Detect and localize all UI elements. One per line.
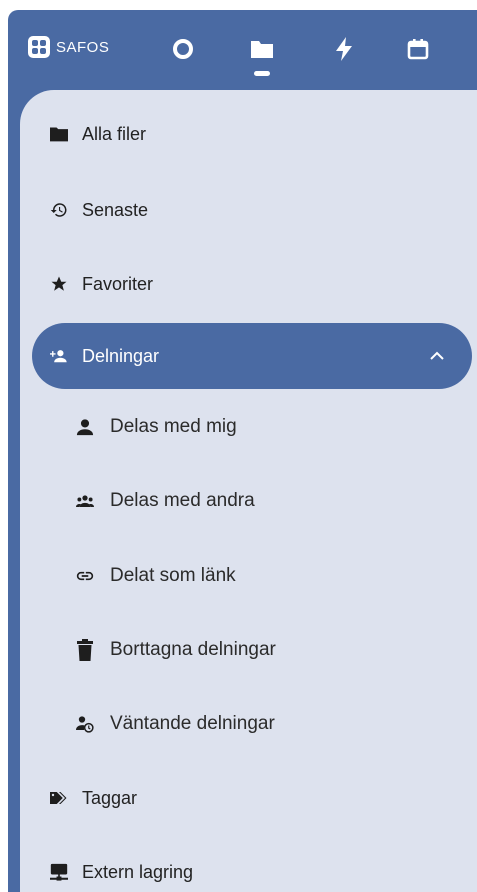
files-app-icon[interactable] (247, 34, 277, 76)
logo-icon (28, 36, 50, 58)
nav-item-shared-with-me[interactable]: Delas med mig (58, 403, 472, 451)
group-icon (58, 492, 94, 510)
nav-label: Delas med andra (110, 490, 255, 511)
folder-icon (32, 125, 68, 143)
person-icon (58, 417, 94, 437)
nav-label: Senaste (82, 199, 149, 220)
link-icon (58, 569, 94, 583)
nav-item-shares[interactable]: Delningar (32, 323, 472, 389)
brand-logo[interactable]: SAFOS (28, 34, 109, 60)
nav-item-shared-by-link[interactable]: Delat som länk (58, 552, 472, 600)
nav-item-recent[interactable]: Senaste (32, 186, 472, 234)
nav-item-all-files[interactable]: Alla filer (32, 110, 472, 158)
share-person-icon (32, 346, 68, 366)
tags-icon (32, 789, 68, 807)
star-icon (32, 273, 68, 295)
nav-item-external-storage[interactable]: Extern lagring (32, 848, 472, 892)
top-app-bar: SAFOS (8, 10, 477, 90)
chevron-up-icon[interactable] (430, 345, 444, 366)
active-app-indicator (254, 71, 270, 76)
nav-item-deleted-shares[interactable]: Borttagna delningar (58, 626, 472, 674)
nav-label: Extern lagring (82, 861, 194, 882)
nav-label: Borttagna delningar (110, 639, 276, 660)
nav-label: Väntande delningar (110, 713, 275, 734)
calendar-app-icon[interactable] (403, 34, 433, 64)
calendar-icon (407, 39, 429, 60)
server-network-icon (32, 861, 68, 883)
nav-item-pending-shares[interactable]: Väntande delningar (58, 700, 472, 748)
lightning-icon (336, 37, 352, 61)
nav-label: Alla filer (82, 123, 147, 144)
brand-name: SAFOS (56, 38, 110, 56)
nav-item-tags[interactable]: Taggar (32, 774, 472, 822)
circle-icon (173, 39, 193, 59)
nav-label: Delas med mig (110, 416, 237, 437)
app-frame: SAFOS Alla filer Senaste Favoriter Delni… (0, 0, 477, 892)
nav-item-shared-with-others[interactable]: Delas med andra (58, 477, 472, 525)
person-clock-icon (58, 713, 94, 735)
nav-label: Delat som länk (110, 565, 236, 586)
nav-label: Favoriter (82, 273, 154, 294)
trash-icon (58, 639, 94, 661)
circle-app-icon[interactable] (168, 34, 198, 64)
history-icon (32, 199, 68, 221)
folder-icon (251, 41, 273, 58)
nav-item-favorites[interactable]: Favoriter (32, 260, 472, 308)
nav-label: Taggar (82, 787, 138, 808)
activity-app-icon[interactable] (329, 34, 359, 64)
nav-label: Delningar (82, 345, 160, 366)
